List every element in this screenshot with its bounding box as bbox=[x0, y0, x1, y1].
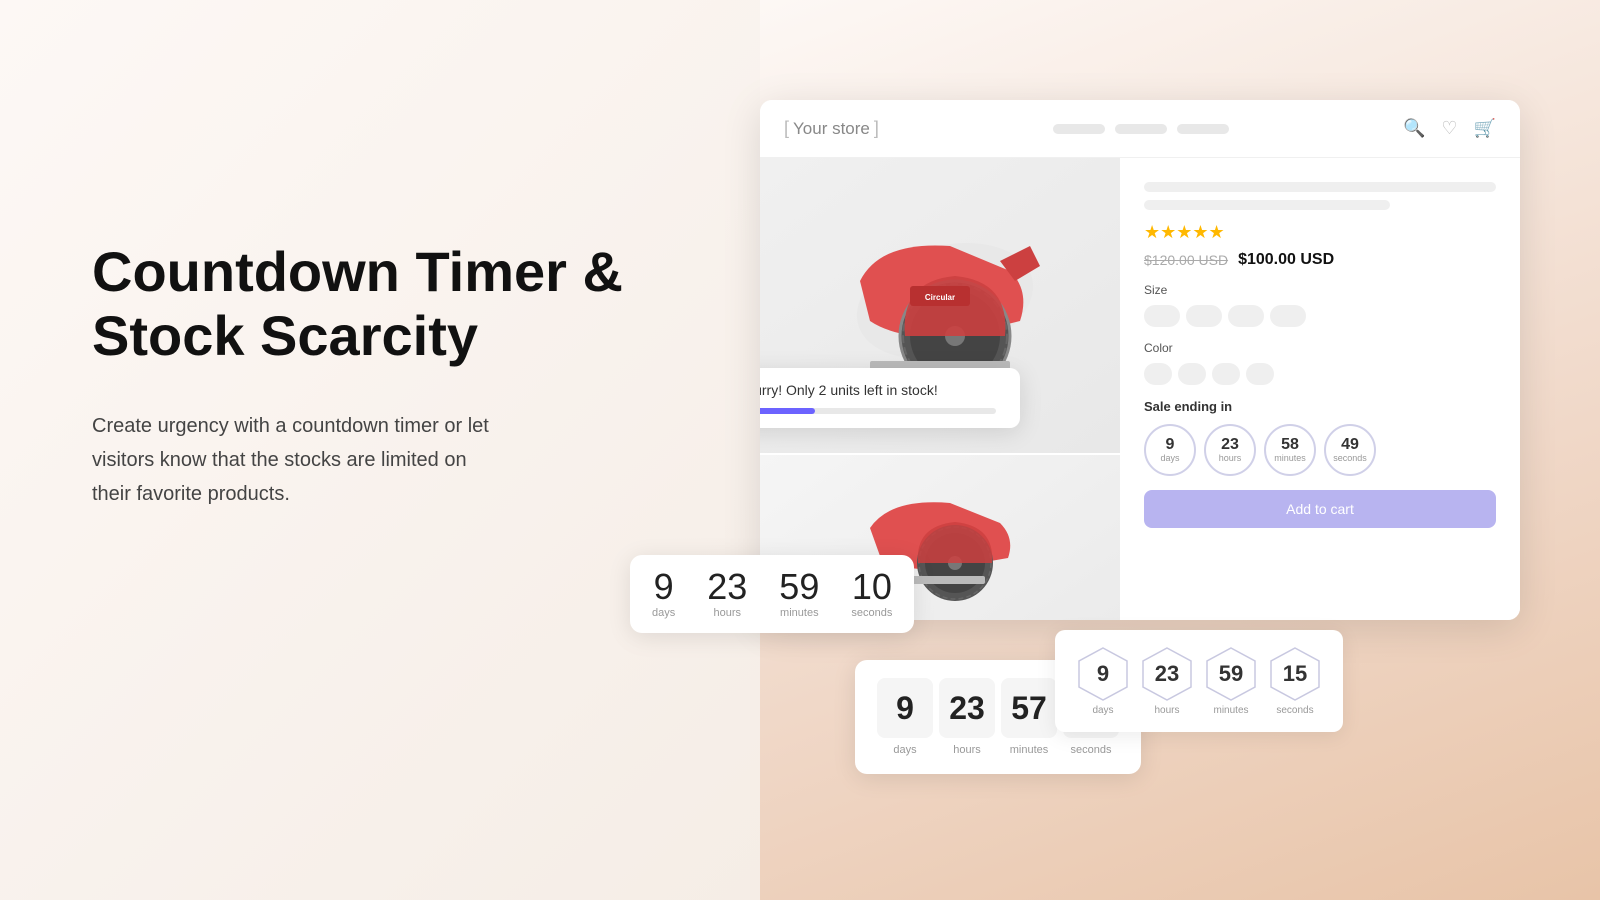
timer-hex-seconds-label: seconds bbox=[1276, 705, 1313, 716]
timer-simple-days: 9 days bbox=[652, 569, 675, 619]
size-options bbox=[1144, 305, 1496, 327]
timer-hex-seconds-num: 15 bbox=[1283, 661, 1307, 687]
color-label: Color bbox=[1144, 341, 1496, 355]
timer-hex-seconds: 15 seconds bbox=[1267, 646, 1323, 716]
size-option-3[interactable] bbox=[1228, 305, 1264, 327]
stock-bar-fill bbox=[760, 408, 815, 414]
countdown-minutes-num: 58 bbox=[1281, 437, 1299, 453]
nav-icons: 🔍 ♡ 🛒 bbox=[1403, 118, 1496, 139]
countdown-minutes-label: minutes bbox=[1274, 453, 1306, 464]
store-name: Your store bbox=[793, 119, 870, 139]
timer-hex-minutes: 59 minutes bbox=[1203, 646, 1259, 716]
nav-pill-1 bbox=[1053, 124, 1105, 134]
hex-seconds-shape: 15 bbox=[1267, 646, 1323, 702]
timer-hex-days: 9 days bbox=[1075, 646, 1131, 716]
timer-sq-minutes: 57 minutes bbox=[1001, 678, 1057, 756]
timer-hexagon: 9 days 23 hours 59 minutes 15 seconds bbox=[1055, 630, 1343, 732]
timer-sq-minutes-num: 57 bbox=[1001, 678, 1057, 738]
browser-window: [ Your store ] 🔍 ♡ 🛒 bbox=[760, 100, 1520, 620]
color-option-4[interactable] bbox=[1246, 363, 1274, 385]
color-option-1[interactable] bbox=[1144, 363, 1172, 385]
product-details-col: ★★★★★ $120.00 USD $100.00 USD Size Color… bbox=[1120, 158, 1520, 620]
browser-nav: [ Your store ] 🔍 ♡ 🛒 bbox=[760, 100, 1520, 158]
size-option-4[interactable] bbox=[1270, 305, 1306, 327]
cart-icon[interactable]: 🛒 bbox=[1474, 118, 1496, 139]
nav-pills bbox=[1053, 124, 1229, 134]
store-logo: [ Your store ] bbox=[784, 118, 879, 139]
product-stars: ★★★★★ bbox=[1144, 222, 1496, 243]
hex-hours-shape: 23 bbox=[1139, 646, 1195, 702]
stock-warning-card: Hurry! Only 2 units left in stock! bbox=[760, 368, 1020, 428]
timer-simple-minutes: 59 minutes bbox=[779, 569, 819, 619]
timer-simple: 9 days 23 hours 59 minutes 10 seconds bbox=[630, 555, 914, 633]
color-option-2[interactable] bbox=[1178, 363, 1206, 385]
color-option-3[interactable] bbox=[1212, 363, 1240, 385]
countdown-days-circle: 9 days bbox=[1144, 424, 1196, 476]
timer-sq-hours-num: 23 bbox=[939, 678, 995, 738]
countdown-seconds-num: 49 bbox=[1341, 437, 1359, 453]
timer-hex-hours: 23 hours bbox=[1139, 646, 1195, 716]
timer-sq-hours: 23 hours bbox=[939, 678, 995, 756]
timer-simple-seconds-num: 10 bbox=[852, 569, 892, 605]
bracket-left: [ bbox=[784, 118, 789, 139]
timer-simple-seconds-label: seconds bbox=[851, 607, 892, 619]
countdown-hours-num: 23 bbox=[1221, 437, 1239, 453]
left-content: Countdown Timer & Stock Scarcity Create … bbox=[92, 240, 692, 511]
bracket-right: ] bbox=[874, 118, 879, 139]
countdown-hours-circle: 23 hours bbox=[1204, 424, 1256, 476]
countdown-days-num: 9 bbox=[1166, 437, 1175, 453]
countdown-days-label: days bbox=[1160, 453, 1179, 464]
page-description: Create urgency with a countdown timer or… bbox=[92, 409, 692, 511]
product-image-col: Circular Hurry! Only 2 units l bbox=[760, 158, 1120, 620]
size-option-2[interactable] bbox=[1186, 305, 1222, 327]
timer-hex-minutes-label: minutes bbox=[1213, 705, 1248, 716]
timer-sq-minutes-label: minutes bbox=[1010, 744, 1049, 756]
timer-simple-minutes-label: minutes bbox=[780, 607, 819, 619]
countdown-label: Sale ending in bbox=[1144, 399, 1496, 414]
timer-hex-days-num: 9 bbox=[1097, 661, 1109, 687]
skeleton-title-2 bbox=[1144, 200, 1390, 210]
countdown-seconds-label: seconds bbox=[1333, 453, 1367, 464]
timer-simple-days-num: 9 bbox=[654, 569, 674, 605]
countdown-seconds-circle: 49 seconds bbox=[1324, 424, 1376, 476]
timer-hex-hours-num: 23 bbox=[1155, 661, 1179, 687]
timer-simple-hours: 23 hours bbox=[707, 569, 747, 619]
countdown-circles: 9 days 23 hours 58 minutes 49 seconds bbox=[1144, 424, 1496, 476]
timer-sq-days-label: days bbox=[893, 744, 916, 756]
timer-sq-hours-label: hours bbox=[953, 744, 981, 756]
search-icon[interactable]: 🔍 bbox=[1403, 118, 1425, 139]
svg-text:Circular: Circular bbox=[925, 293, 955, 302]
add-to-cart-button[interactable]: Add to cart bbox=[1144, 490, 1496, 528]
nav-pill-2 bbox=[1115, 124, 1167, 134]
nav-pill-3 bbox=[1177, 124, 1229, 134]
price-row: $120.00 USD $100.00 USD bbox=[1144, 251, 1496, 269]
timer-hex-days-label: days bbox=[1092, 705, 1113, 716]
size-label: Size bbox=[1144, 283, 1496, 297]
timer-simple-hours-num: 23 bbox=[707, 569, 747, 605]
timer-simple-days-label: days bbox=[652, 607, 675, 619]
heart-icon[interactable]: ♡ bbox=[1441, 118, 1457, 139]
timer-hex-hours-label: hours bbox=[1154, 705, 1179, 716]
timer-sq-days-num: 9 bbox=[877, 678, 933, 738]
price-original: $120.00 USD bbox=[1144, 252, 1228, 268]
timer-simple-hours-label: hours bbox=[714, 607, 742, 619]
timer-simple-minutes-num: 59 bbox=[779, 569, 819, 605]
color-options bbox=[1144, 363, 1496, 385]
price-sale: $100.00 USD bbox=[1238, 251, 1334, 269]
hex-minutes-shape: 59 bbox=[1203, 646, 1259, 702]
timer-simple-seconds: 10 seconds bbox=[851, 569, 892, 619]
timer-hex-minutes-num: 59 bbox=[1219, 661, 1243, 687]
skeleton-title-1 bbox=[1144, 182, 1496, 192]
countdown-hours-label: hours bbox=[1219, 453, 1242, 464]
stock-warning-text: Hurry! Only 2 units left in stock! bbox=[760, 382, 996, 398]
timer-sq-days: 9 days bbox=[877, 678, 933, 756]
stock-bar-background bbox=[760, 408, 996, 414]
size-option-1[interactable] bbox=[1144, 305, 1180, 327]
hex-days-shape: 9 bbox=[1075, 646, 1131, 702]
timer-sq-seconds-label: seconds bbox=[1071, 744, 1112, 756]
product-area: Circular Hurry! Only 2 units l bbox=[760, 158, 1520, 620]
page-title: Countdown Timer & Stock Scarcity bbox=[92, 240, 692, 369]
countdown-minutes-circle: 58 minutes bbox=[1264, 424, 1316, 476]
